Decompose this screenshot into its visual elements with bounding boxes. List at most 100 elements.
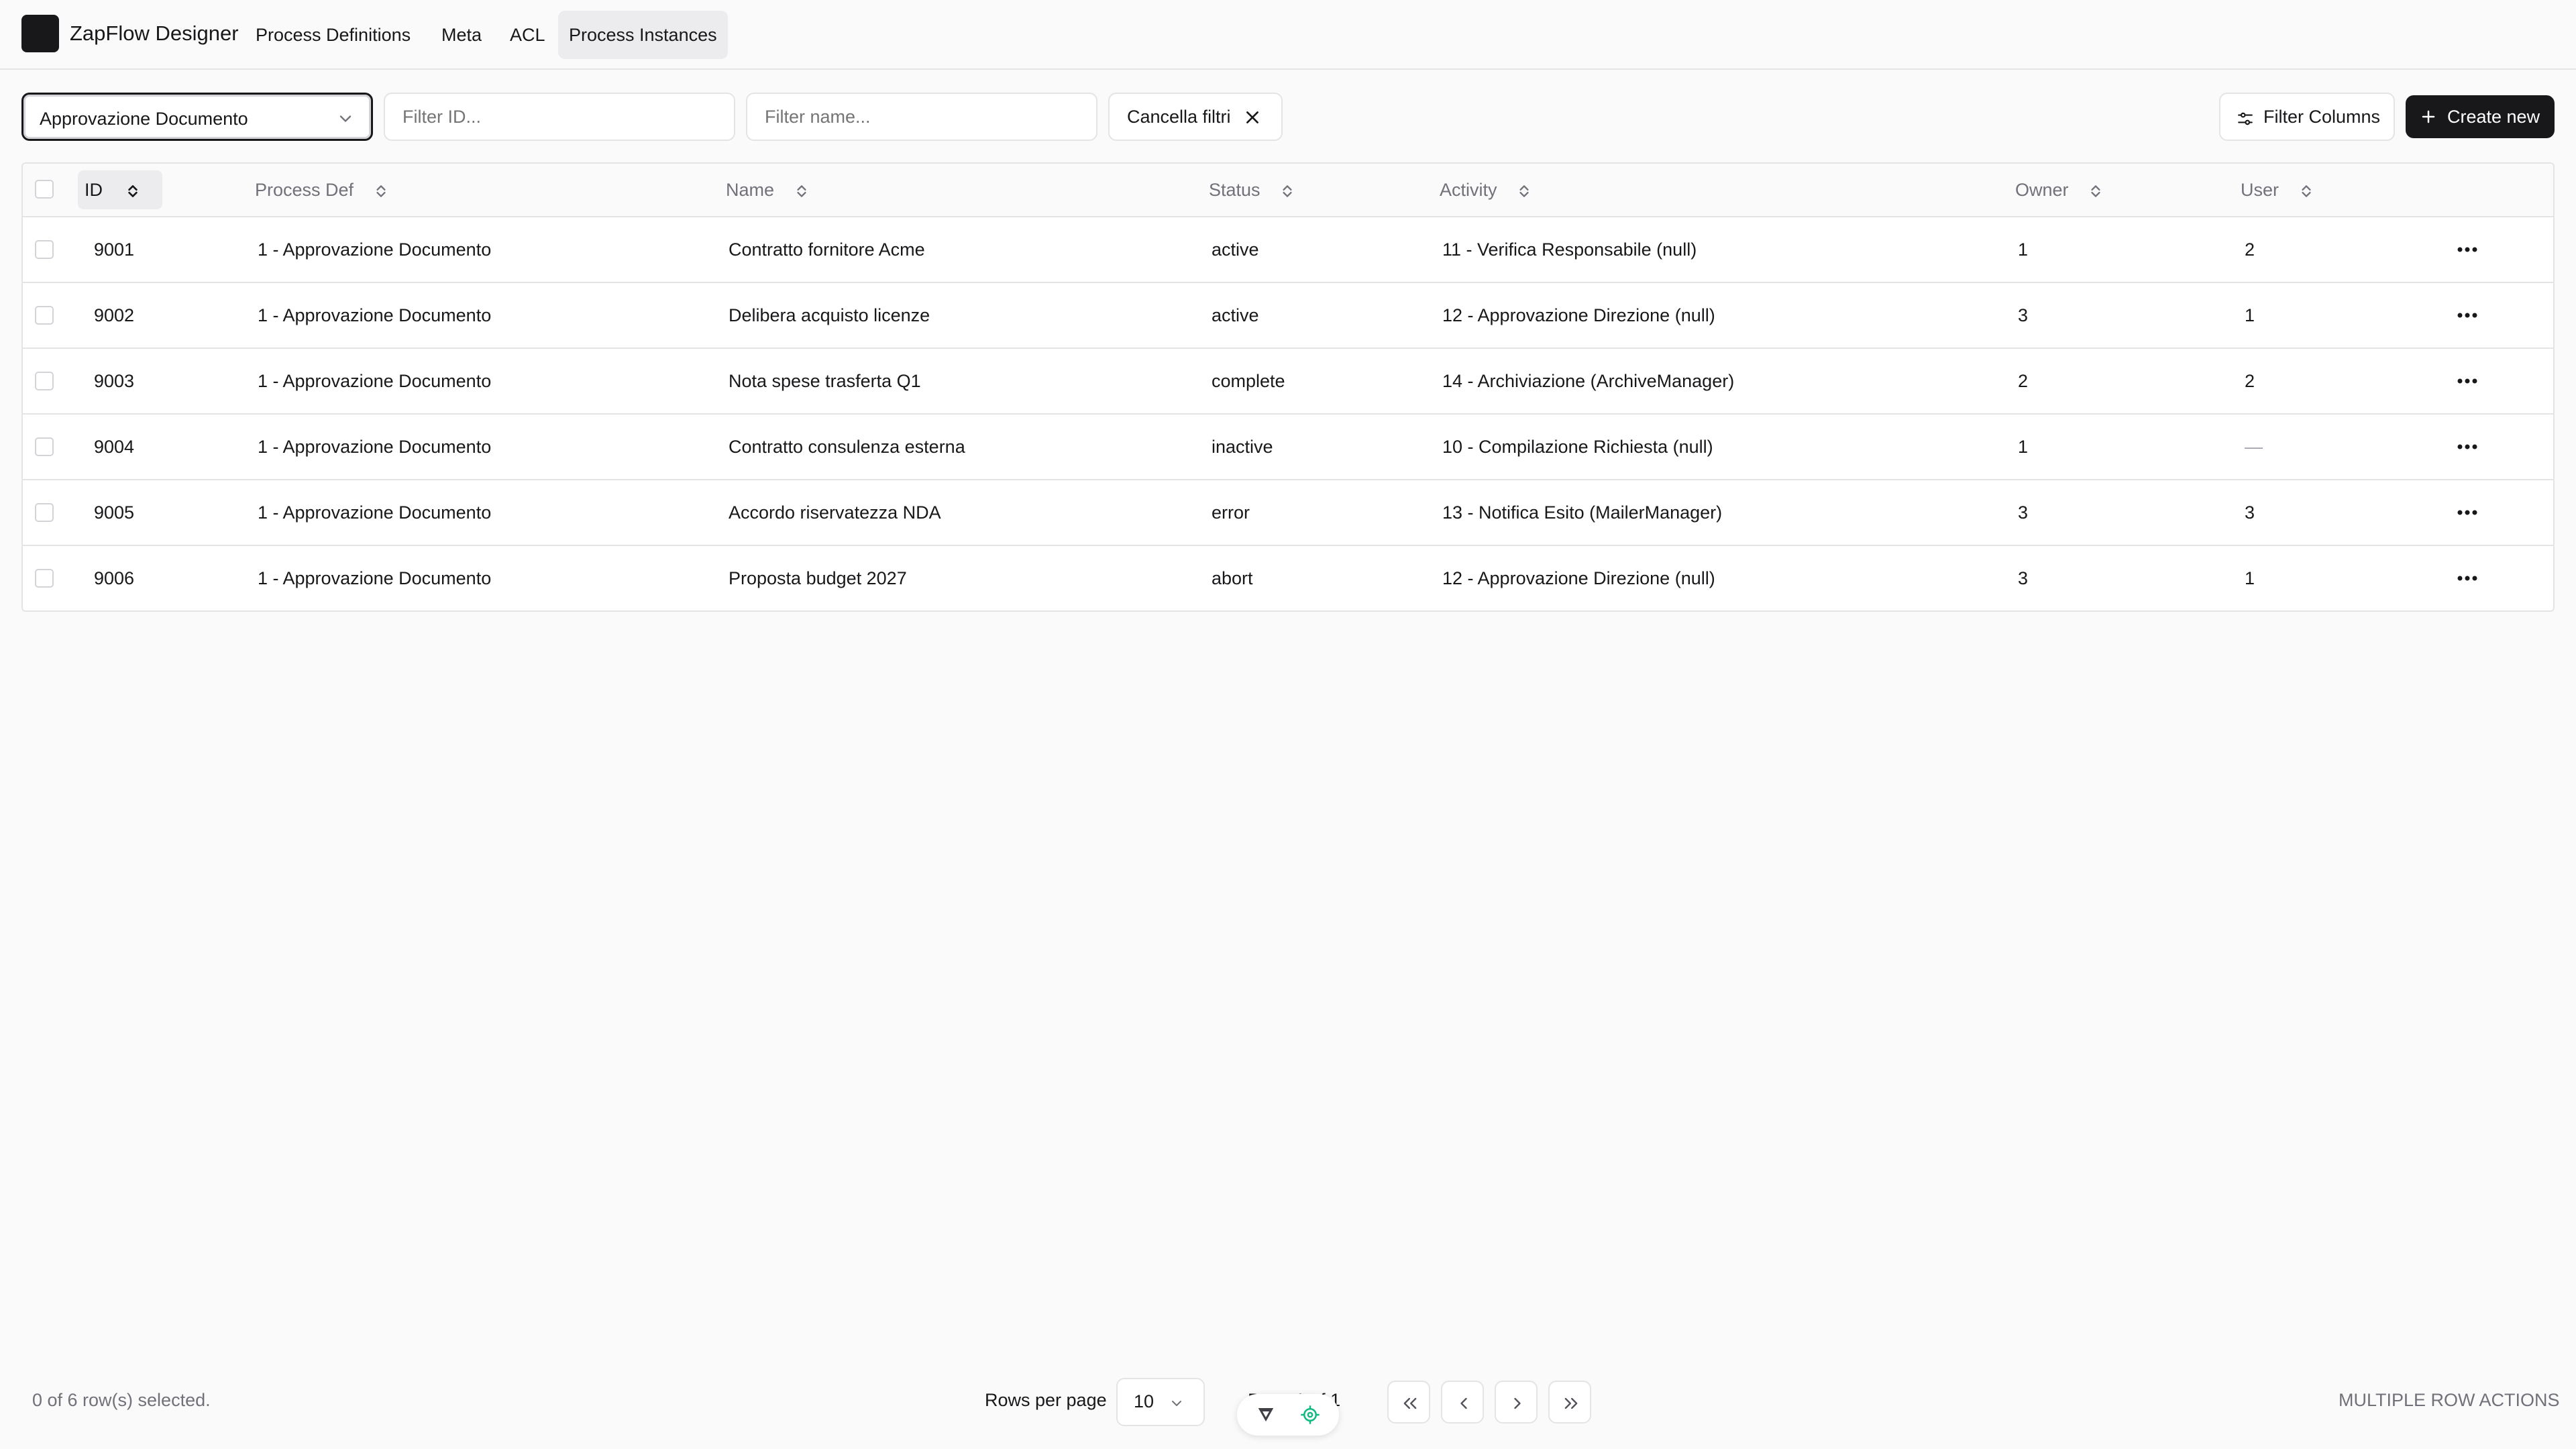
more-actions-icon[interactable] (2454, 436, 2481, 458)
column-header-activity[interactable]: Activity (1440, 164, 1533, 216)
cell-owner: 3 (2018, 568, 2029, 588)
crosshair-icon[interactable] (1300, 1405, 1320, 1425)
row-checkbox[interactable] (35, 437, 54, 456)
nav-meta[interactable]: Meta (431, 11, 492, 59)
multiple-row-actions[interactable]: MULTIPLE ROW ACTIONS (2339, 1390, 2560, 1411)
chevron-down-icon (1172, 1401, 1181, 1406)
cell-name: Contratto fornitore Acme (729, 239, 925, 260)
cell-status: active (1212, 239, 1259, 260)
nav-process-instances[interactable]: Process Instances (558, 11, 728, 59)
cursor-icon[interactable] (1256, 1405, 1276, 1425)
select-all-checkbox[interactable] (35, 180, 54, 199)
top-nav-bar: ZapFlow Designer Process Definitions Met… (0, 0, 2576, 70)
sort-icon (2091, 185, 2100, 197)
row-checkbox[interactable] (35, 240, 54, 259)
column-header-owner[interactable]: Owner (2015, 164, 2104, 216)
cell-owner: 1 (2018, 437, 2029, 457)
rows-per-page-select[interactable]: 10 (1116, 1378, 1205, 1426)
column-header-user[interactable]: User (2241, 164, 2315, 216)
more-actions-icon[interactable] (2454, 568, 2481, 589)
filter-id-input[interactable] (384, 93, 735, 141)
chevron-right-icon (1514, 1397, 1521, 1409)
filter-columns-button[interactable]: Filter Columns (2219, 93, 2395, 141)
clear-filters-button[interactable]: Cancella filtri (1108, 93, 1283, 141)
column-header-label: User (2241, 180, 2279, 200)
chevron-down-icon (339, 115, 352, 122)
cell-activity: 12 - Approvazione Direzione (null) (1442, 568, 1715, 588)
column-header-name[interactable]: Name (726, 164, 810, 216)
sort-icon (376, 185, 386, 197)
column-header-label: Owner (2015, 180, 2069, 200)
sort-icon (1519, 185, 1529, 197)
nav-process-definitions[interactable]: Process Definitions (245, 11, 421, 59)
cell-name: Delibera acquisto licenze (729, 305, 930, 325)
table-row[interactable]: 9005 1 - Approvazione Documento Accordo … (23, 480, 2553, 546)
table-row[interactable]: 9001 1 - Approvazione Documento Contratt… (23, 217, 2553, 283)
cell-id: 9001 (94, 239, 135, 260)
cell-process-def: 1 - Approvazione Documento (258, 437, 492, 457)
cell-user-empty: — (2245, 437, 2263, 457)
sort-icon (1283, 185, 1292, 197)
cell-process-def: 1 - Approvazione Documento (258, 239, 492, 260)
column-header-label: Process Def (255, 180, 354, 200)
cell-user: 3 (2245, 502, 2255, 523)
cell-name: Contratto consulenza esterna (729, 437, 965, 457)
column-header-status[interactable]: Status (1209, 164, 1296, 216)
clear-filters-label: Cancella filtri (1127, 107, 1231, 127)
selection-count: 0 of 6 row(s) selected. (32, 1390, 211, 1410)
cell-activity: 14 - Archiviazione (ArchiveManager) (1442, 371, 1735, 391)
chevron-left-icon (1460, 1397, 1467, 1409)
chevrons-right-icon (1564, 1397, 1578, 1409)
cell-id: 9004 (94, 437, 135, 457)
more-actions-icon[interactable] (2454, 370, 2481, 392)
cell-owner: 2 (2018, 371, 2029, 391)
cell-activity: 12 - Approvazione Direzione (null) (1442, 305, 1715, 325)
last-page-button[interactable] (1548, 1381, 1591, 1424)
row-checkbox[interactable] (35, 306, 54, 325)
cell-owner: 1 (2018, 239, 2029, 260)
create-new-button[interactable]: Create new (2406, 95, 2555, 138)
table-row[interactable]: 9003 1 - Approvazione Documento Nota spe… (23, 349, 2553, 415)
cell-status: complete (1212, 371, 1285, 391)
cell-activity: 13 - Notifica Esito (MailerManager) (1442, 502, 1723, 523)
sort-icon (796, 185, 806, 197)
cell-id: 9005 (94, 502, 135, 523)
cell-user: 1 (2245, 568, 2255, 588)
cell-name: Accordo riservatezza NDA (729, 502, 941, 523)
more-actions-icon[interactable] (2454, 239, 2481, 260)
cell-process-def: 1 - Approvazione Documento (258, 305, 492, 325)
column-header-process-def[interactable]: Process Def (255, 164, 390, 216)
rows-per-page-value: 10 (1134, 1391, 1155, 1411)
table-row[interactable]: 9006 1 - Approvazione Documento Proposta… (23, 546, 2553, 610)
row-checkbox[interactable] (35, 569, 54, 588)
filter-name-input[interactable] (746, 93, 1097, 141)
column-header-label: Activity (1440, 180, 1497, 200)
next-page-button[interactable] (1495, 1381, 1538, 1424)
cell-process-def: 1 - Approvazione Documento (258, 568, 492, 588)
first-page-button[interactable] (1387, 1381, 1430, 1424)
row-checkbox[interactable] (35, 372, 54, 390)
app-title[interactable]: ZapFlow Designer (70, 20, 239, 47)
cell-activity: 10 - Compilazione Richiesta (null) (1442, 437, 1713, 457)
app-logo[interactable] (21, 15, 59, 52)
chevrons-left-icon (1403, 1397, 1417, 1409)
nav-acl[interactable]: ACL (499, 11, 556, 59)
cell-user: 1 (2245, 305, 2255, 325)
cell-name: Proposta budget 2027 (729, 568, 907, 588)
column-header-label: ID (85, 180, 103, 200)
cell-id: 9002 (94, 305, 135, 325)
previous-page-button[interactable] (1441, 1381, 1484, 1424)
cell-process-def: 1 - Approvazione Documento (258, 371, 492, 391)
floating-toolbar[interactable] (1237, 1394, 1339, 1436)
close-icon (1246, 111, 1258, 123)
column-header-id[interactable]: ID (78, 170, 162, 209)
more-actions-icon[interactable] (2454, 305, 2481, 326)
row-checkbox[interactable] (35, 503, 54, 522)
more-actions-icon[interactable] (2454, 502, 2481, 523)
column-header-label: Name (726, 180, 775, 200)
process-definition-select[interactable]: Approvazione Documento (21, 93, 373, 141)
cell-owner: 3 (2018, 502, 2029, 523)
table-row[interactable]: 9004 1 - Approvazione Documento Contratt… (23, 415, 2553, 480)
table-row[interactable]: 9002 1 - Approvazione Documento Delibera… (23, 283, 2553, 349)
cell-owner: 3 (2018, 305, 2029, 325)
